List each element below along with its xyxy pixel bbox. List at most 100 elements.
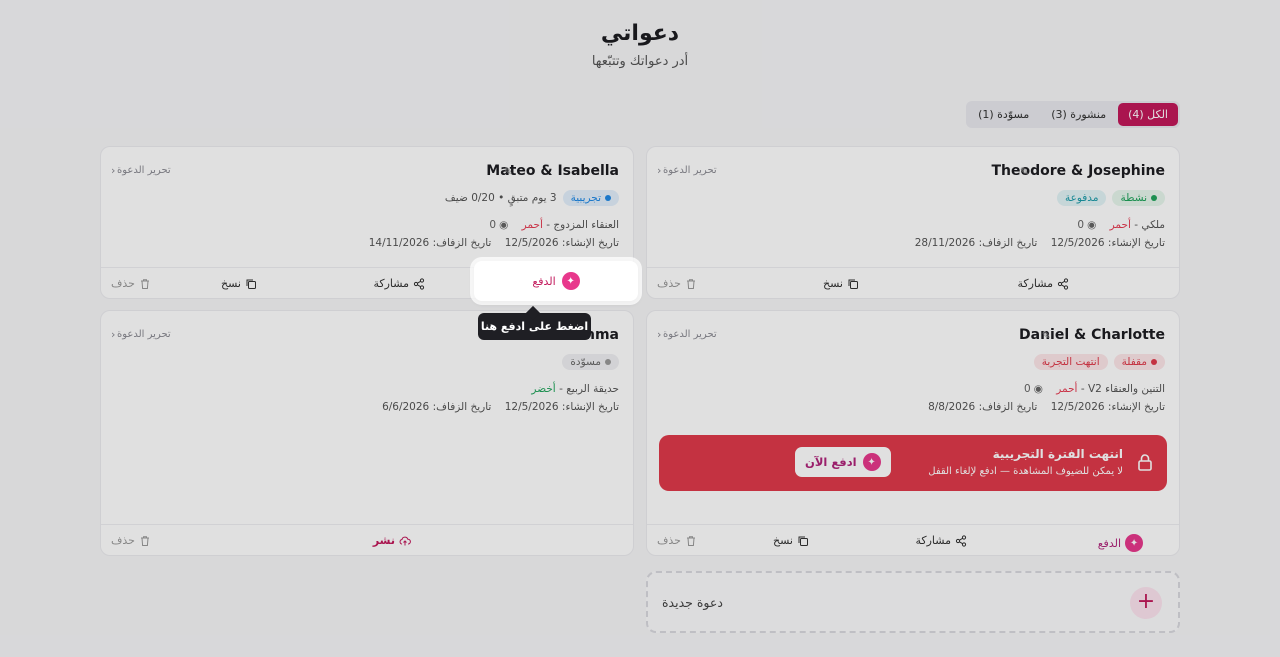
views-count: ◉ 0 [1024, 383, 1043, 395]
template-row: ملكي - أحمر ◉ 0 [1077, 219, 1165, 231]
template-color: أحمر [1056, 383, 1078, 395]
pay-icon: ✦ [862, 453, 881, 471]
tab-all[interactable]: الكل (4) [1118, 103, 1178, 126]
share-button[interactable]: مشاركة [1017, 277, 1069, 290]
created-date: تاريخ الإنشاء: 12/5/2026 [1050, 401, 1165, 413]
dates-row: تاريخ الإنشاء: 12/5/2026 تاريخ الزفاف: 6… [382, 401, 619, 413]
locked-subtitle: لا يمكن للضيوف المشاهدة — ادفع لإلغاء ال… [928, 466, 1123, 477]
template-color: أحمر [1109, 219, 1131, 231]
eye-icon: ◉ [1033, 383, 1043, 395]
tab-published[interactable]: منشورة (3) [1041, 103, 1116, 126]
template-name: التنين والعنقاء V2 [1087, 383, 1165, 395]
edit-invitation-link[interactable]: تحرير الدعوة [117, 165, 171, 176]
plus-icon[interactable]: + [1130, 587, 1162, 619]
delete-button[interactable]: حذف [657, 277, 697, 290]
tab-draft[interactable]: مسوّدة (1) [968, 103, 1039, 126]
chevron-left-icon[interactable]: ‹ [111, 328, 115, 341]
status-badge: مسوّدة [562, 354, 619, 370]
dates-row: تاريخ الإنشاء: 12/5/2026 تاريخ الزفاف: 1… [369, 237, 619, 249]
publish-button[interactable]: نشر [373, 534, 411, 547]
copy-icon [246, 279, 256, 289]
template-row: حديقة الربيع - أخضر [531, 383, 619, 395]
share-icon [955, 534, 967, 547]
dates-row: تاريخ الإنشاء: 12/5/2026 تاريخ الزفاف: 2… [915, 237, 1165, 249]
dates-row: تاريخ الإنشاء: 12/5/2026 تاريخ الزفاف: 8… [928, 401, 1165, 413]
chevron-left-icon[interactable]: ‹ [657, 328, 661, 341]
payment-badge: مدفوعة [1056, 190, 1107, 206]
pencil-icon[interactable]: ✎ [504, 165, 513, 178]
created-date: تاريخ الإنشاء: 12/5/2026 [504, 237, 619, 249]
edit-invitation-link[interactable]: تحرير الدعوة [663, 165, 717, 176]
delete-button[interactable]: حذف [111, 277, 151, 290]
divider [101, 524, 633, 525]
trial-ended-badge: انتهت التجربة [1033, 354, 1108, 370]
template-name: العنقاء المزدوج [553, 219, 619, 231]
wedding-date: تاريخ الزفاف: 28/11/2026 [914, 237, 1038, 249]
status-badge: نشطة [1112, 190, 1165, 206]
pay-icon: ✦ [561, 272, 580, 290]
share-button[interactable]: مشاركة [915, 534, 967, 547]
share-button[interactable]: مشاركة [373, 277, 425, 290]
delete-button[interactable]: حذف [111, 534, 151, 547]
edit-invitation-link[interactable]: تحرير الدعوة [663, 329, 717, 340]
copy-icon [848, 279, 858, 289]
pencil-icon[interactable]: ✎ [1042, 329, 1051, 342]
pencil-icon[interactable]: ✎ [1020, 165, 1029, 178]
edit-invitation-link[interactable]: تحرير الدعوة [117, 329, 171, 340]
copy-button[interactable]: نسخ [221, 277, 257, 290]
share-icon [413, 277, 425, 290]
pay-button-highlighted[interactable]: ✦ الدفع [474, 261, 638, 301]
new-invitation-card[interactable]: + دعوة جديدة [646, 571, 1180, 633]
share-icon [1057, 277, 1069, 290]
status-badge: مقفلة [1113, 354, 1165, 370]
status-dot-icon [1151, 195, 1157, 201]
eye-icon: ◉ [499, 219, 509, 231]
invitation-title: Theodore & Josephine [991, 163, 1165, 179]
page-header: دعواتي أدر دعواتك وتتبّعها [0, 20, 1280, 69]
eye-icon: ◉ [1087, 219, 1097, 231]
invitation-card-theodore: Theodore & Josephine ✎ تحرير الدعوة ‹ نش… [646, 146, 1180, 299]
status-dot-icon [1151, 359, 1157, 365]
created-date: تاريخ الإنشاء: 12/5/2026 [1050, 237, 1165, 249]
lock-icon [1138, 454, 1152, 471]
pay-button[interactable]: ✦ الدفع [1098, 534, 1143, 552]
divider [647, 524, 1179, 525]
invitation-card-daniel: Daniel & Charlotte ✎ تحرير الدعوة ‹ مقفل… [646, 310, 1180, 556]
trash-icon [140, 535, 149, 546]
chevron-left-icon[interactable]: ‹ [657, 164, 661, 177]
status-dot-icon [605, 359, 611, 365]
wedding-date: تاريخ الزفاف: 8/8/2026 [928, 401, 1038, 413]
copy-button[interactable]: نسخ [773, 534, 809, 547]
copy-button[interactable]: نسخ [823, 277, 859, 290]
template-color: أحمر [521, 219, 543, 231]
views-count: ◉ 0 [489, 219, 509, 231]
trash-icon [686, 278, 695, 289]
trash-icon [686, 535, 695, 546]
status-dot-icon [605, 195, 611, 201]
tour-tooltip: اضغط على ادفع هنا [478, 313, 591, 340]
template-color: أخضر [531, 383, 556, 395]
locked-title: انتهت الفترة التجريبية [992, 447, 1123, 461]
divider [647, 267, 1179, 268]
template-name: ملكي [1141, 219, 1165, 231]
delete-button[interactable]: حذف [657, 534, 697, 547]
invitations-page: دعواتي أدر دعواتك وتتبّعها الكل (4) منشو… [0, 0, 1280, 657]
trash-icon [140, 278, 149, 289]
template-row: العنقاء المزدوج - أحمر ◉ 0 [489, 219, 619, 231]
copy-icon [798, 536, 808, 546]
template-name: حديقة الربيع [566, 383, 619, 395]
pay-icon: ✦ [1125, 534, 1143, 552]
status-badge: تجريبية [562, 190, 619, 206]
pay-now-button[interactable]: ✦ ادفع الآن [795, 447, 891, 477]
created-date: تاريخ الإنشاء: 12/5/2026 [504, 401, 619, 413]
filter-tabs: الكل (4) منشورة (3) مسوّدة (1) [966, 101, 1180, 128]
views-count: ◉ 0 [1077, 219, 1097, 231]
chevron-left-icon[interactable]: ‹ [111, 164, 115, 177]
locked-banner: انتهت الفترة التجريبية لا يمكن للضيوف ال… [659, 435, 1167, 491]
cloud-upload-icon [399, 536, 411, 545]
wedding-date: تاريخ الزفاف: 6/6/2026 [382, 401, 492, 413]
page-subtitle: أدر دعواتك وتتبّعها [591, 54, 689, 69]
wedding-date: تاريخ الزفاف: 14/11/2026 [368, 237, 492, 249]
trial-info: 3 يوم متبقٍ • 0/20 ضيف [444, 192, 557, 204]
new-invitation-label: دعوة جديدة [662, 595, 723, 610]
